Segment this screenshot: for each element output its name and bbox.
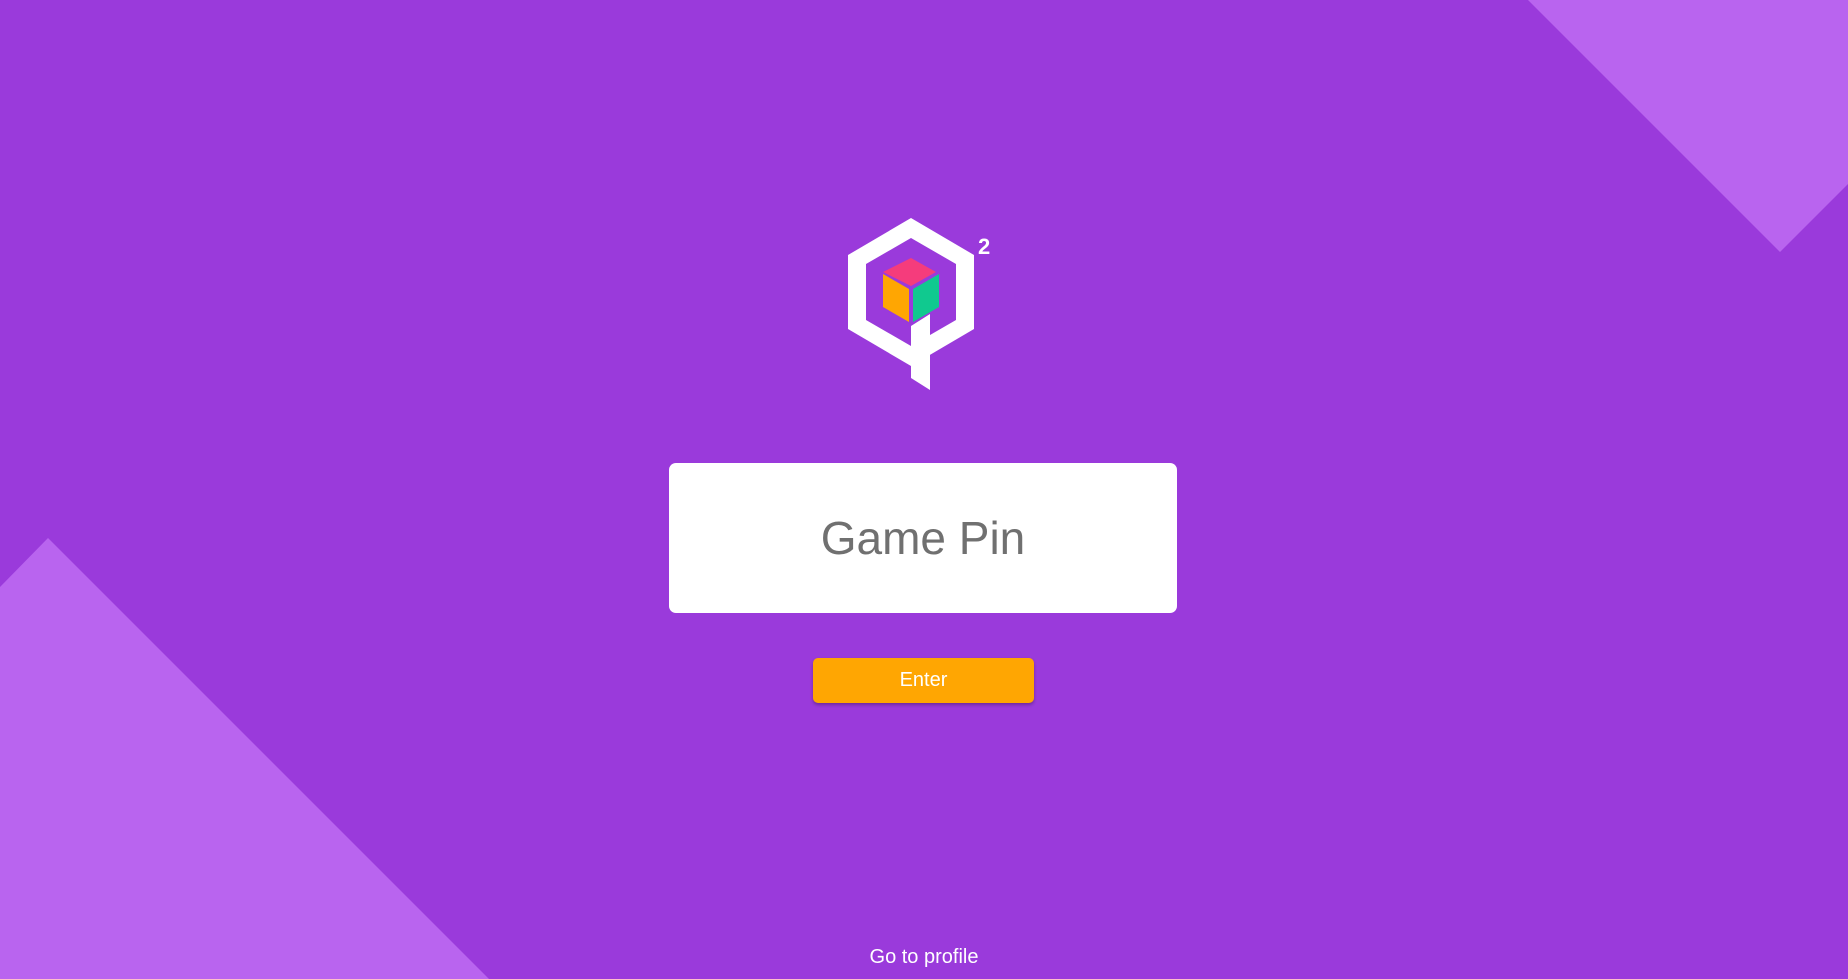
go-to-profile-link[interactable]: Go to profile bbox=[824, 946, 1024, 969]
logo-tail bbox=[911, 314, 930, 390]
login-screen: 2 Enter Go to profile bbox=[0, 0, 1848, 979]
enter-button[interactable]: Enter bbox=[813, 658, 1034, 703]
corner-triangle-top-right bbox=[1528, 0, 1848, 252]
game-pin-input[interactable] bbox=[669, 463, 1177, 613]
logo-superscript: 2 bbox=[978, 234, 990, 259]
app-logo: 2 bbox=[848, 218, 990, 390]
corner-triangle-bottom-left bbox=[0, 538, 489, 979]
